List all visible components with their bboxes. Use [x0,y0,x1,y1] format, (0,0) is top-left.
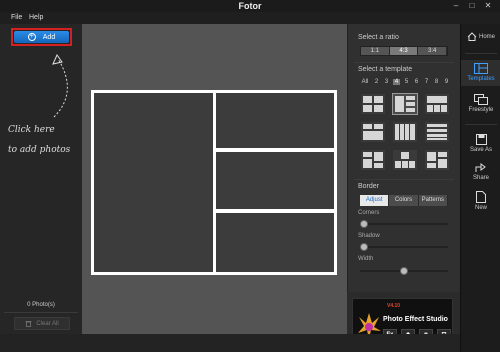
ratio-option[interactable]: 1:1 [361,47,390,55]
clear-all-label: Clear All [36,320,59,327]
menu-help[interactable]: Help [29,12,43,24]
home-icon [467,32,477,41]
share-icon [475,163,486,172]
nav-new-label: New [474,205,487,211]
template-thumbnail[interactable] [425,150,449,170]
promo-version: V4.10 [387,303,401,309]
template-grid [361,93,449,170]
shadow-label: Shadow [358,233,380,239]
nav-share[interactable]: Share [461,162,500,181]
add-button-label: Add [42,33,56,41]
nav-save-as[interactable]: Save As [461,134,500,153]
width-slider[interactable] [360,267,448,275]
left-divider [4,312,78,313]
menu-bar: File Help [0,12,500,24]
nav-templates-label: Templates [467,76,495,82]
template-thumbnail[interactable] [361,94,385,114]
template-settings-panel: Select a ratio 1:1 4:3 3:4 Select a temp… [347,24,460,292]
nav-divider [465,124,497,125]
template-thumbnail[interactable] [393,150,417,170]
border-tabs: Adjust Colors Patterns [360,195,448,206]
nav-home-label: Home [478,34,495,41]
add-photos-button[interactable]: + Add [14,31,69,43]
hint-line-1: Click here [8,125,55,135]
template-count-option[interactable]: 5 [403,79,410,85]
template-count-option[interactable]: 6 [413,79,420,85]
corners-slider[interactable] [360,220,448,228]
template-thumbnail[interactable] [425,94,449,114]
add-button-highlight: + Add [11,28,72,46]
trash-icon [25,321,32,327]
close-button[interactable]: ✕ [480,0,496,12]
template-count-option[interactable]: 7 [423,79,430,85]
title-bar: Fotor – □ ✕ [0,0,500,12]
width-slider-knob[interactable] [400,267,408,275]
new-document-icon [476,191,486,203]
promo-title: Photo Effect Studio [383,316,448,323]
nav-new[interactable]: New [461,191,500,211]
hint-arrow-icon [52,53,68,118]
template-count-option[interactable]: 3 [383,79,390,85]
hint-line-2: to add photos [8,145,71,155]
collage-cell-middle-right[interactable] [216,152,334,209]
template-count-option[interactable]: 8 [433,79,440,85]
nav-share-label: Share [472,175,489,181]
template-thumbnail[interactable] [425,122,449,142]
templates-icon [474,63,488,74]
maximize-button[interactable]: □ [464,0,480,12]
panel-divider [354,62,454,63]
template-thumbnail[interactable] [361,150,385,170]
bottom-bar [0,334,460,352]
ratio-title: Select a ratio [358,34,399,41]
clear-all-button[interactable]: Clear All [14,317,70,330]
collage-canvas [91,90,337,275]
collage-cell-bottom-right[interactable] [216,213,334,272]
save-icon [475,134,487,145]
ratio-option[interactable]: 3:4 [418,47,448,55]
template-count-filter: All 2 3 4 5 6 7 8 9 [360,79,450,85]
template-count-option-selected[interactable]: 4 [393,79,400,85]
window-title: Fotor [238,1,262,11]
plus-icon: + [27,33,36,41]
main-navigation: Home Templates Freestyle Save As Share N… [460,24,500,352]
left-panel: + Add Click here to add photos 0 Photo(s… [0,24,82,334]
template-count-option[interactable]: All [360,79,370,85]
minimize-button[interactable]: – [448,0,464,12]
ratio-selector: 1:1 4:3 3:4 [360,46,448,56]
tab-colors[interactable]: Colors [389,195,419,206]
template-thumbnail[interactable] [393,122,417,142]
template-title: Select a template [358,66,413,73]
nav-freestyle[interactable]: Freestyle [461,92,500,113]
add-photos-hint: Click here to add photos [8,120,80,160]
collage-cell-left[interactable] [94,93,213,272]
nav-templates[interactable]: Templates [461,60,500,86]
corners-slider-knob[interactable] [360,220,368,228]
tab-patterns[interactable]: Patterns [418,195,448,206]
panel-divider [354,179,454,180]
template-thumbnail-selected[interactable] [392,93,418,115]
freestyle-icon [474,94,488,105]
corners-label: Corners [358,210,380,216]
photo-count: 0 Photo(s) [27,302,55,308]
nav-home[interactable]: Home [461,32,500,41]
canvas-area [82,24,347,334]
ratio-option-selected[interactable]: 4:3 [389,47,419,55]
shadow-slider[interactable] [360,243,448,251]
template-count-option[interactable]: 9 [443,79,450,85]
tab-adjust[interactable]: Adjust [360,195,390,206]
template-count-option[interactable]: 2 [373,79,380,85]
border-title: Border [358,183,380,190]
shadow-slider-knob[interactable] [360,243,368,251]
menu-file[interactable]: File [11,12,22,24]
nav-divider [465,53,497,54]
template-thumbnail[interactable] [361,122,385,142]
nav-freestyle-label: Freestyle [468,107,494,113]
width-label: Width [358,256,374,262]
nav-save-as-label: Save As [469,147,492,153]
collage-cell-top-right[interactable] [216,93,334,148]
